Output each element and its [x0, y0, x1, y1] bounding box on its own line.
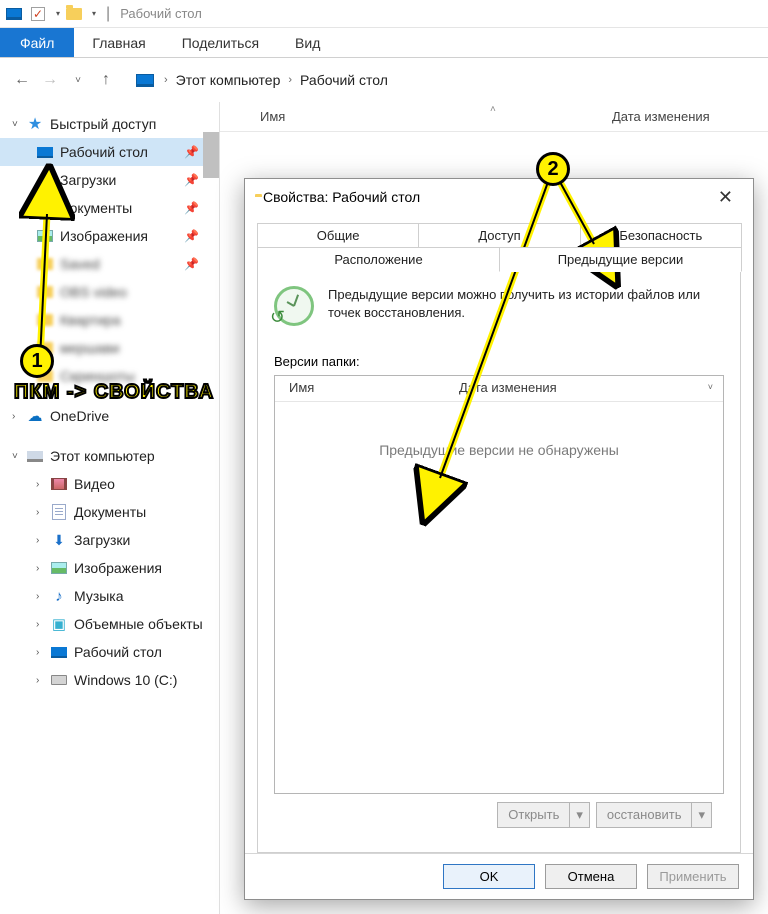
annotation-arrows [0, 0, 768, 914]
tab-previous-versions[interactable]: Предыдущие версии [499, 247, 742, 272]
